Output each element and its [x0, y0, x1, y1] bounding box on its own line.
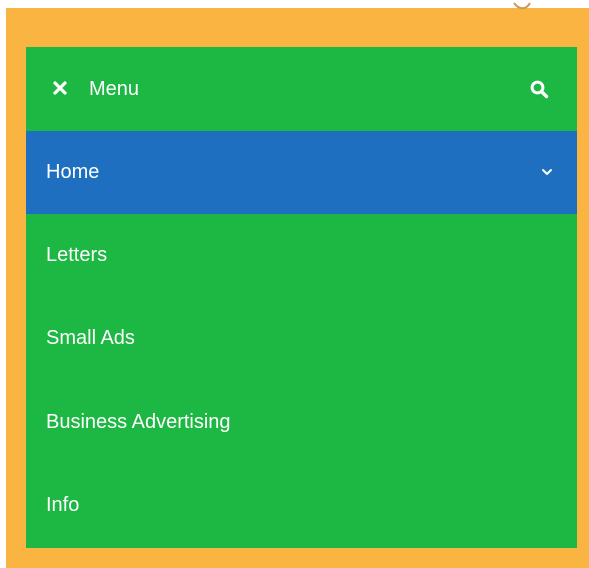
mobile-menu-panel: Menu Home Letters Small Ads Business Adv…: [26, 47, 577, 548]
menu-item-business-advertising[interactable]: Business Advertising: [26, 381, 577, 464]
menu-item-label: Business Advertising: [46, 411, 231, 433]
menu-item-info[interactable]: Info: [26, 464, 577, 547]
menu-item-label: Small Ads: [46, 327, 135, 349]
menu-item-letters[interactable]: Letters: [26, 214, 577, 297]
menu-item-home[interactable]: Home: [26, 131, 577, 214]
close-icon[interactable]: [53, 81, 67, 95]
menu-item-label: Info: [46, 494, 80, 516]
menu-header: Menu: [26, 47, 577, 131]
chevron-down-icon[interactable]: [541, 167, 553, 177]
partial-graphic: [513, 2, 531, 10]
menu-item-small-ads[interactable]: Small Ads: [26, 297, 577, 380]
menu-title[interactable]: Menu: [89, 77, 139, 101]
search-icon[interactable]: [529, 79, 549, 99]
menu-item-label: Letters: [46, 244, 108, 266]
menu-item-label: Home: [46, 161, 100, 183]
